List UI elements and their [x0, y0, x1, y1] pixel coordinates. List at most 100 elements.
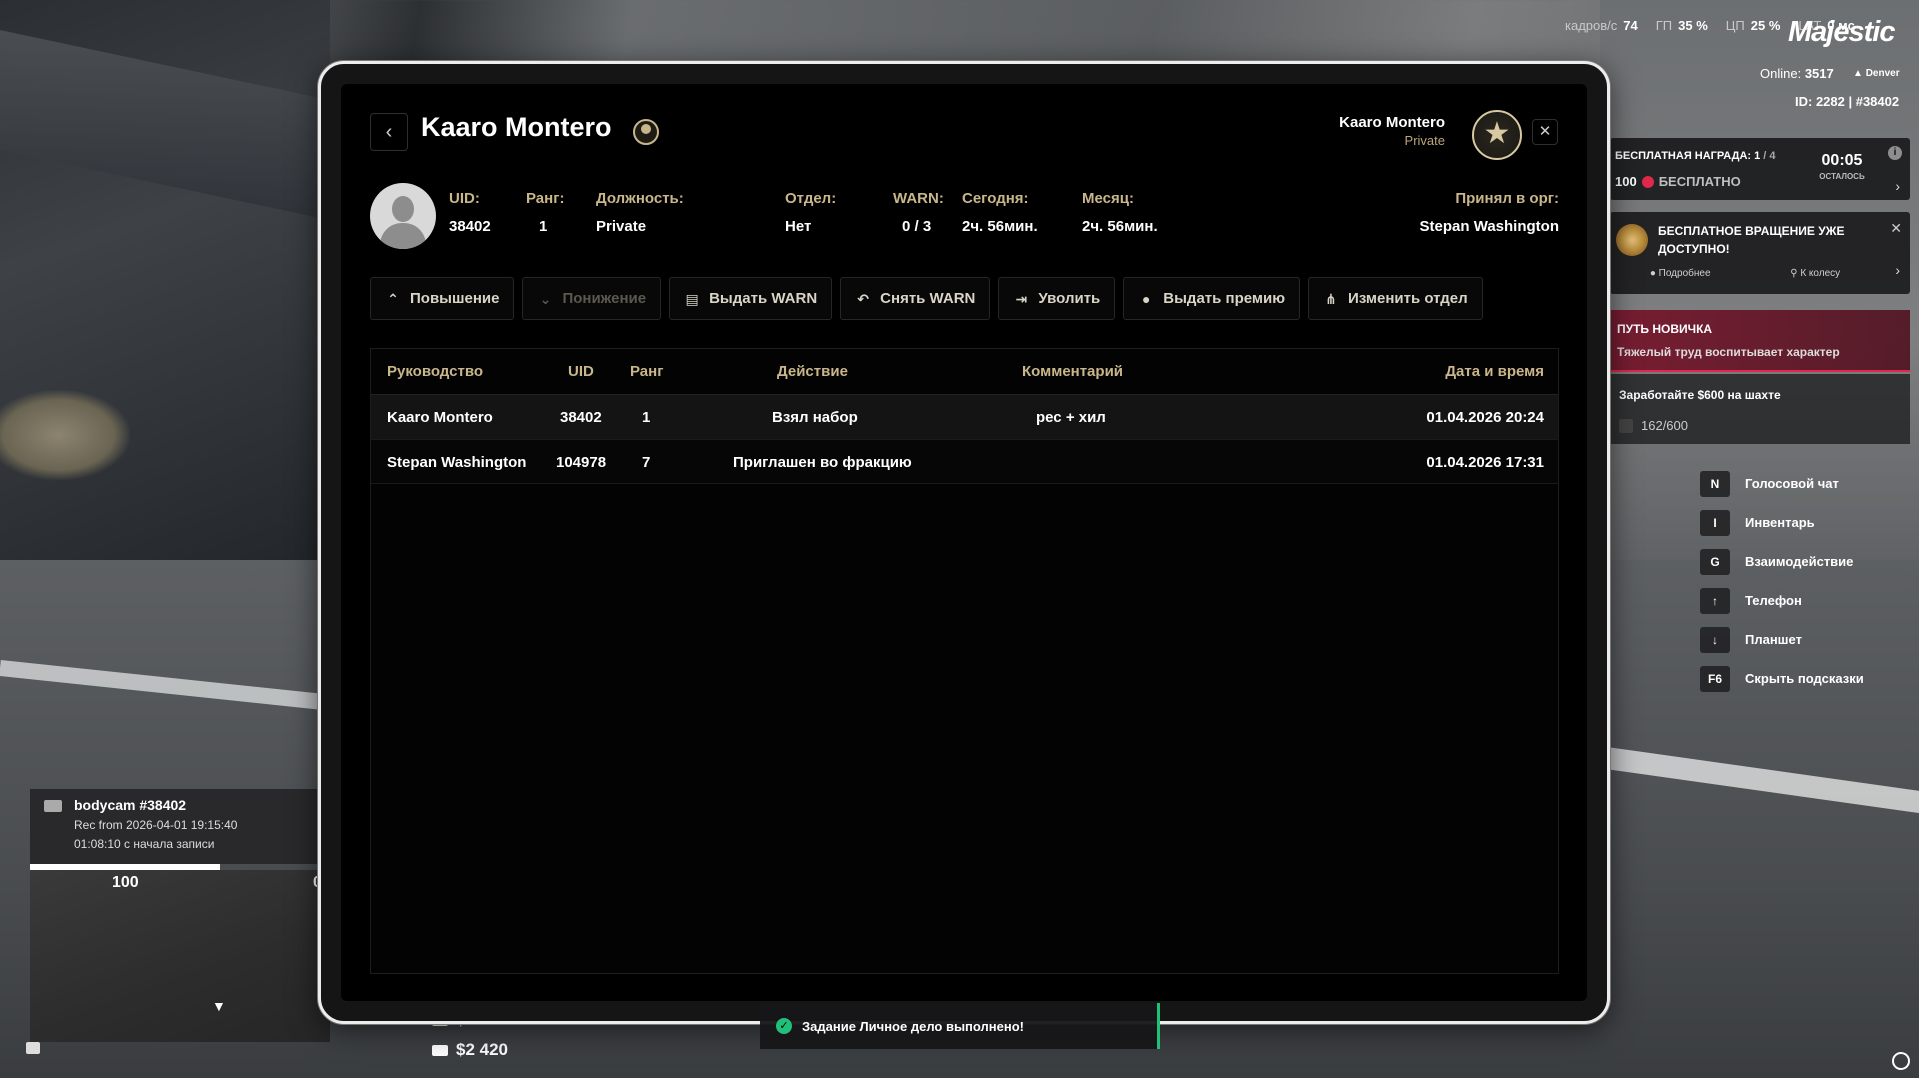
key-badge: F6 — [1700, 665, 1730, 692]
hotkey-label: Голосовой чат — [1745, 476, 1839, 491]
column-header-uid: UID — [568, 363, 594, 380]
info-today: Сегодня: 2ч. 56мин. — [962, 190, 1038, 235]
task-progress: 162/600 — [1619, 418, 1688, 433]
camera-icon — [44, 800, 62, 812]
page-title: Kaaro Montero — [421, 112, 612, 142]
avatar — [370, 183, 436, 249]
newbie-subtitle: Тяжелый труд воспитывает характер — [1617, 345, 1840, 359]
reward-timer: 00:05 ОСТАЛОСЬ — [1819, 152, 1865, 181]
info-icon[interactable]: i — [1888, 146, 1902, 160]
info-uid: UID: 38402 — [449, 190, 491, 235]
player-id: ID: 2282 | #38402 — [1795, 94, 1900, 109]
info-warn: WARN: 0 / 3 — [893, 190, 944, 235]
bodycam-rec: Rec from 2026-04-01 19:15:40 — [74, 818, 238, 832]
player-arrow-icon: ▼ — [212, 998, 226, 1014]
check-icon: ✓ — [776, 1018, 792, 1034]
column-header-rank: Ранг — [630, 363, 664, 380]
info-department: Отдел: Нет — [785, 190, 837, 235]
newbie-path-panel: ПУТЬ НОВИЧКА Тяжелый труд воспитывает ха… — [1610, 310, 1910, 372]
org-chart-icon: ⋔ — [1325, 290, 1337, 307]
coin-icon: ● — [1142, 290, 1151, 307]
bank-display: $2 420 — [432, 1040, 508, 1060]
close-button[interactable]: ✕ — [1532, 119, 1558, 145]
table-header: Руководство UID Ранг Действие Комментари… — [371, 349, 1558, 394]
hotkey-row: N Голосовой чат — [1700, 464, 1915, 503]
coin-icon — [1641, 175, 1654, 188]
bodycam-title: bodycam #38402 — [74, 797, 187, 813]
give-warn-button[interactable]: ▤ Выдать WARN — [669, 277, 833, 320]
background-helicopter — [0, 390, 130, 480]
chevron-right-icon[interactable]: › — [1895, 262, 1900, 278]
info-position: Должность: Private — [596, 190, 684, 235]
reward-amount: 100 БЕСПЛАТНО — [1615, 174, 1741, 189]
spin-text: БЕСПЛАТНОЕ ВРАЩЕНИЕ УЖЕ ДОСТУПНО! — [1658, 224, 1845, 256]
document-warn-icon: ▤ — [685, 290, 699, 307]
current-user-rank: Private — [1404, 133, 1445, 148]
key-badge: G — [1700, 548, 1730, 575]
hotkey-row: I Инвентарь — [1700, 503, 1915, 542]
tablet-screen: ‹ Kaaro Montero Kaaro Montero Private ★ … — [341, 84, 1587, 1001]
tablet-frame: ‹ Kaaro Montero Kaaro Montero Private ★ … — [318, 61, 1610, 1024]
task-complete-toast: ✓ Задание Личное дело выполнено! — [760, 1003, 1160, 1049]
column-header-datetime: Дата и время — [1445, 363, 1544, 380]
table-row[interactable]: Stepan Washington 104978 7 Приглашен во … — [371, 439, 1558, 484]
table-row[interactable]: Kaaro Montero 38402 1 Взял набор рес + х… — [371, 394, 1558, 439]
toast-text: Задание Личное дело выполнено! — [802, 1018, 1024, 1034]
close-icon[interactable]: ✕ — [1890, 220, 1902, 237]
hotkey-label: Планшет — [1745, 632, 1802, 647]
hotkey-row: G Взаимодействие — [1700, 542, 1915, 581]
arrow-up-icon: ⌃ — [387, 290, 399, 307]
hotkey-row: ↓ Планшет — [1700, 620, 1915, 659]
profile-icon — [633, 119, 659, 145]
key-badge: ↓ — [1700, 626, 1730, 653]
server-name: ▲ Denver — [1853, 68, 1900, 79]
checkbox-icon — [1619, 418, 1633, 433]
remove-warn-button[interactable]: ↶ Снять WARN — [840, 277, 991, 320]
bodycam-elapsed: 01:08:10 с начала записи — [74, 837, 215, 851]
current-user-name: Kaaro Montero — [1339, 114, 1445, 131]
card-icon — [432, 1044, 448, 1056]
online-count: Online: 3517 — [1760, 66, 1834, 81]
lock-icon — [26, 1042, 40, 1054]
info-rank: Ранг: 1 — [526, 190, 565, 235]
back-button[interactable]: ‹ — [370, 113, 408, 151]
column-header-comment: Комментарий — [1022, 363, 1124, 380]
info-accepted-by: Принял в орг: Stepan Washington — [1419, 190, 1559, 235]
demote-button[interactable]: ⌄ Понижение — [522, 277, 662, 320]
undo-icon: ↶ — [857, 290, 870, 307]
key-badge: ↑ — [1700, 587, 1730, 614]
key-badge: I — [1700, 509, 1730, 536]
action-toolbar: ⌃ Повышение ⌄ Понижение ▤ Выдать WARN ↶ Снят… — [370, 277, 1483, 320]
reward-title: БЕСПЛАТНАЯ НАГРАДА: 1 / 4 — [1615, 150, 1776, 162]
hotkey-hints: N Голосовой чат I Инвентарь G Взаимодействи… — [1700, 464, 1915, 698]
hotkey-row: F6 Скрыть подсказки — [1700, 659, 1915, 698]
health-value: 100 — [112, 874, 139, 891]
change-department-button[interactable]: ⋔ Изменить отдел — [1308, 277, 1483, 320]
hotkey-row: ↑ Телефон — [1700, 581, 1915, 620]
newbie-title: ПУТЬ НОВИЧКА — [1617, 322, 1713, 336]
newbie-task: Заработайте $600 на шахте 162/600 — [1610, 374, 1910, 444]
column-header-action: Действие — [777, 363, 848, 380]
hotkey-label: Инвентарь — [1745, 515, 1815, 530]
chevron-left-icon: ‹ — [385, 121, 393, 143]
fire-button[interactable]: ⇥ Уволить — [998, 277, 1116, 320]
cpu-stat: ЦП 25 % — [1725, 18, 1781, 33]
wheel-icon — [1616, 224, 1648, 256]
brand-logo: Majestic — [1788, 16, 1895, 48]
hotkey-label: Скрыть подсказки — [1745, 671, 1864, 686]
fps-stat: кадров/с 74 — [1565, 18, 1638, 33]
current-user: Kaaro Montero Private — [1339, 114, 1445, 148]
free-reward-panel[interactable]: БЕСПЛАТНАЯ НАГРАДА: 1 / 4 100 БЕСПЛАТНО … — [1610, 138, 1910, 200]
column-header-leader: Руководство — [387, 363, 484, 380]
to-wheel-link[interactable]: ⚲ К колесу — [1790, 268, 1840, 279]
more-link[interactable]: ● Подробнее — [1650, 268, 1711, 279]
user-exit-icon: ⇥ — [1015, 290, 1028, 307]
key-badge: N — [1700, 470, 1730, 497]
promote-button[interactable]: ⌃ Повышение — [370, 277, 515, 320]
hotkey-label: Взаимодействие — [1745, 554, 1854, 569]
minimap: 100 0 ▼ — [30, 870, 330, 1042]
chevron-right-icon[interactable]: › — [1895, 178, 1900, 194]
star-badge-icon: ★ — [1472, 110, 1522, 160]
settings-icon[interactable] — [1892, 1052, 1910, 1070]
give-bonus-button[interactable]: ● Выдать премию — [1123, 277, 1301, 320]
